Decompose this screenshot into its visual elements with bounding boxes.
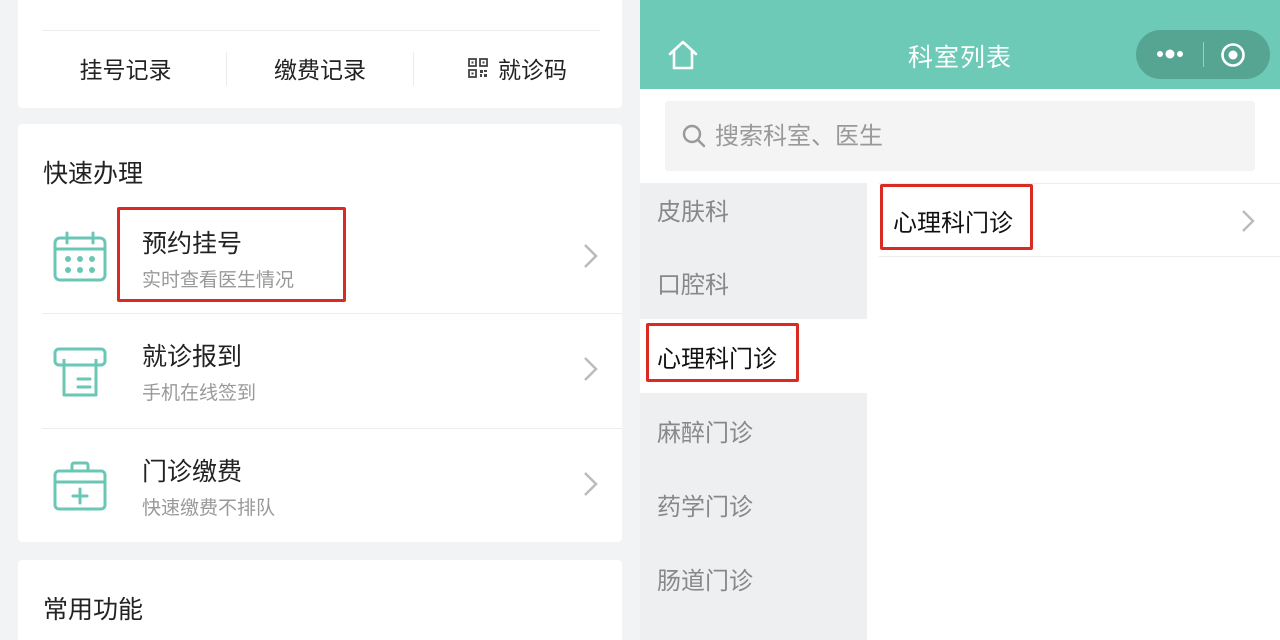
outpatient-payment-title: 门诊缴费 (142, 457, 243, 486)
receipt-printer-icon (53, 347, 107, 397)
sub-department-list: 心理科门诊 (867, 183, 1280, 640)
department-item[interactable]: 麻醉门诊 (640, 393, 867, 467)
appointment-registration-item[interactable]: 预约挂号 实时查看医生情况 (42, 200, 622, 314)
close-mini-program-icon[interactable] (1220, 42, 1246, 68)
department-item[interactable]: 皮肤科 (640, 172, 867, 246)
visit-code-link[interactable]: 就诊码 (413, 46, 622, 90)
visit-checkin-title: 就诊报到 (142, 342, 243, 371)
quick-actions-card: 快速办理 预约挂号 实时查看医生情况 就诊报到 手机在线签到 门诊缴费 快速缴费… (18, 124, 622, 542)
sub-department-label: 心理科门诊 (893, 209, 1013, 237)
department-item[interactable]: 口腔科 (640, 245, 867, 319)
records-top-divider (42, 30, 600, 31)
common-functions-card: 常用功能 (18, 560, 622, 640)
chevron-right-icon (1242, 210, 1255, 232)
row-divider (42, 313, 622, 314)
capsule-divider (1203, 42, 1204, 67)
more-icon[interactable] (1154, 44, 1186, 64)
sub-department-item[interactable]: 心理科门诊 (867, 183, 1280, 257)
department-item[interactable]: 药学门诊 (640, 467, 867, 541)
outpatient-payment-subtitle: 快速缴费不排队 (142, 497, 276, 519)
left-panel: 挂号记录 缴费记录 就诊码 快速办理 预约挂号 实时查看医生情况 就诊报到 手机… (0, 0, 640, 640)
search-box[interactable] (665, 101, 1255, 171)
chevron-right-icon (584, 472, 598, 496)
outpatient-payment-item[interactable]: 门诊缴费 快速缴费不排队 (42, 428, 622, 542)
chevron-right-icon (584, 244, 598, 268)
search-input[interactable] (715, 101, 1235, 171)
department-item[interactable]: 肠道门诊 (640, 541, 867, 615)
qr-code-icon (468, 58, 488, 78)
visit-code-label: 就诊码 (498, 58, 567, 84)
records-card: 挂号记录 缴费记录 就诊码 (18, 0, 622, 108)
department-list: 皮肤科 口腔科 心理科门诊 麻醉门诊 药学门诊 肠道门诊 (640, 183, 867, 640)
visit-checkin-subtitle: 手机在线签到 (142, 382, 257, 404)
appointment-registration-subtitle: 实时查看医生情况 (142, 269, 295, 291)
row-divider (42, 428, 622, 429)
row-divider (879, 256, 1280, 257)
visit-checkin-item[interactable]: 就诊报到 手机在线签到 (42, 313, 622, 427)
chevron-right-icon (584, 357, 598, 381)
medical-kit-icon (53, 461, 107, 511)
mini-program-capsule (1136, 30, 1270, 79)
registration-records-label: 挂号记录 (79, 58, 172, 84)
right-panel: 科室列表 皮肤科 口腔科 心理科门诊 麻醉门诊 药学门 (640, 0, 1280, 640)
department-item-selected[interactable]: 心理科门诊 (640, 319, 867, 393)
appointment-registration-title: 预约挂号 (142, 229, 243, 258)
registration-records-link[interactable]: 挂号记录 (18, 46, 233, 90)
calendar-icon (53, 231, 107, 282)
navigation-bar: 科室列表 (640, 0, 1280, 89)
payment-records-link[interactable]: 缴费记录 (226, 46, 414, 90)
search-icon (682, 124, 706, 148)
payment-records-label: 缴费记录 (274, 58, 366, 84)
common-functions-title: 常用功能 (43, 595, 144, 624)
search-area (640, 89, 1280, 183)
quick-actions-title: 快速办理 (43, 159, 144, 188)
